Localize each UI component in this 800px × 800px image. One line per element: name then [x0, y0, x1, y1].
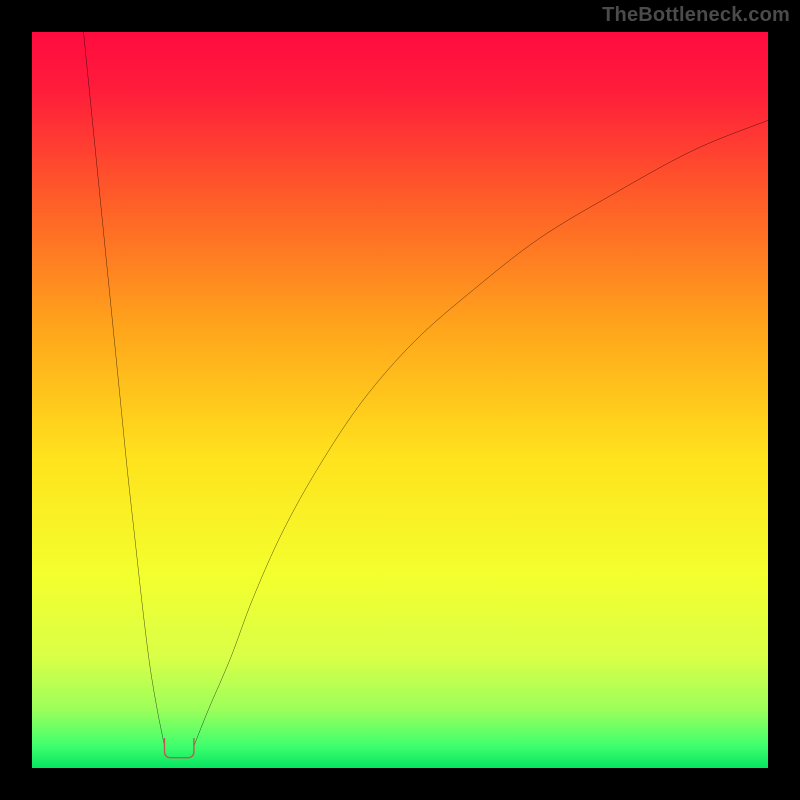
gradient-background	[32, 32, 768, 768]
bottleneck-chart	[32, 32, 768, 768]
chart-frame: TheBottleneck.com	[0, 0, 800, 800]
watermark-text: TheBottleneck.com	[602, 4, 790, 27]
